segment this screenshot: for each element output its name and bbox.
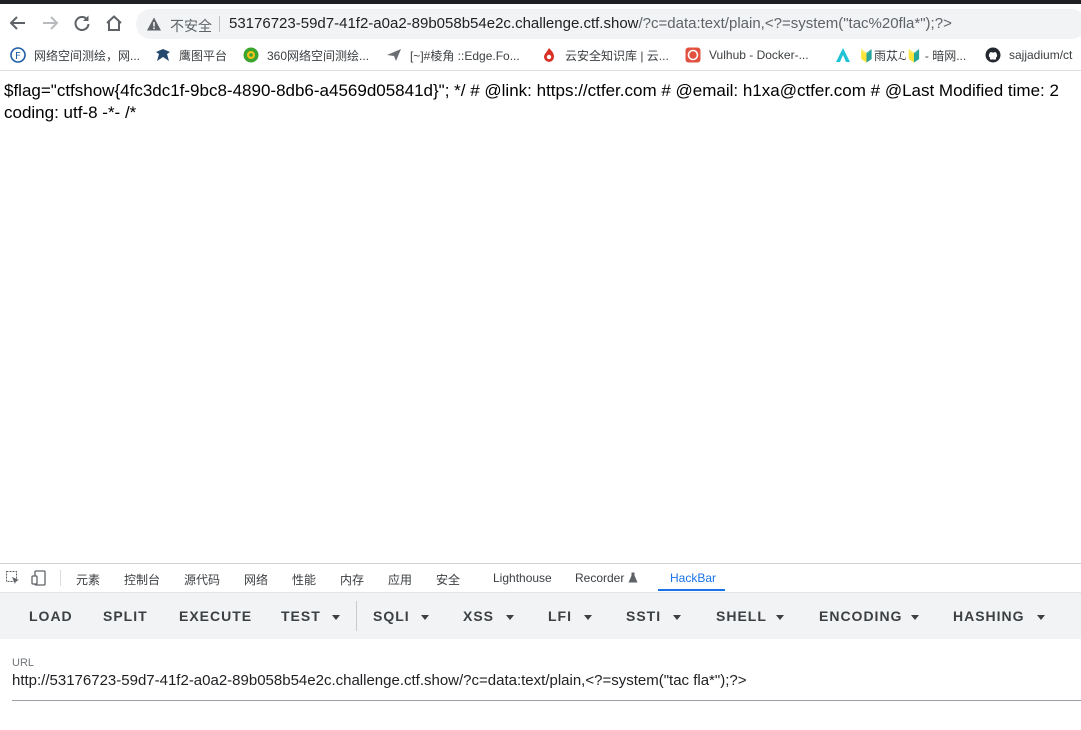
vulhub-icon — [685, 47, 701, 63]
tab-console[interactable]: 控制台 — [124, 571, 160, 588]
active-tab-indicator — [658, 589, 725, 591]
omnibox-divider — [219, 16, 220, 32]
bookmark-label: Vulhub - Docker-... — [709, 48, 809, 62]
url-path: /?c=data:text/plain,<?=system("tac%20fla… — [638, 15, 952, 32]
tab-recorder[interactable]: Recorder — [575, 571, 638, 585]
bookmark-hunter[interactable]: 鹰图平台 — [155, 46, 227, 64]
lfi-button[interactable]: LFI — [548, 608, 572, 624]
coding-output-line: coding: utf-8 -*- /* — [4, 103, 137, 122]
cloud-kb-icon — [541, 47, 557, 63]
tab-recorder-label: Recorder — [575, 571, 625, 585]
bookmark-github[interactable]: sajjadium/ct — [985, 46, 1072, 64]
bookmarks-bar: F 网络空间测绘，网... 鹰图平台 360网络空间测绘... [~]#棱角 :… — [0, 40, 1081, 71]
ssti-button[interactable]: SSTI — [626, 608, 661, 624]
flag-output-line: $flag="ctfshow{4fc3dc1f-9bc8-4890-8db6-a… — [4, 81, 1059, 100]
hackbar-toolbar: LOAD SPLIT EXECUTE TEST SQLI XSS LFI SST… — [0, 593, 1081, 639]
fofa-icon: F — [10, 47, 26, 63]
page-content: $flag="ctfshow{4fc3dc1f-9bc8-4890-8db6-a… — [4, 80, 1081, 124]
tab-performance[interactable]: 性能 — [292, 571, 316, 588]
bookmark-label: [~]#棱角 ::Edge.Fo... — [410, 48, 520, 63]
360-icon — [243, 47, 259, 63]
hashing-chevron-down-icon[interactable] — [1037, 615, 1045, 620]
tab-hackbar[interactable]: HackBar — [670, 571, 716, 585]
security-indicator[interactable]: 不安全 — [170, 16, 212, 36]
sqli-button[interactable]: SQLI — [373, 608, 410, 624]
tab-elements[interactable]: 元素 — [76, 571, 100, 588]
url-input[interactable]: http://53176723-59d7-41f2-a0a2-89b058b54… — [12, 672, 746, 689]
split-button[interactable]: SPLIT — [103, 608, 148, 624]
home-icon — [106, 15, 122, 31]
devtools-divider — [60, 570, 61, 586]
tab-application[interactable]: 应用 — [388, 571, 412, 588]
reload-icon — [74, 15, 90, 31]
tab-network[interactable]: 网络 — [244, 571, 268, 588]
bookmark-cloud-kb[interactable]: 云安全知识库 | 云... — [541, 46, 669, 64]
home-button[interactable] — [101, 10, 127, 36]
xss-chevron-down-icon[interactable] — [506, 615, 514, 620]
bookmark-label: 鹰图平台 — [179, 48, 228, 63]
tab-memory[interactable]: 内存 — [340, 571, 364, 588]
bookmark-label: 360网络空间测绘... — [267, 48, 370, 63]
address-bar[interactable]: 不安全 53176723-59d7-41f2-a0a2-89b058b54e2c… — [136, 9, 1081, 39]
shell-button[interactable]: SHELL — [716, 608, 767, 624]
bookmark-yucong[interactable]: 🔰雨苁ℒ🔰 - 暗网... — [835, 46, 966, 64]
eagle-icon — [155, 47, 171, 63]
bookmark-vulhub[interactable]: Vulhub - Docker-... — [685, 46, 809, 64]
bookmark-label: sajjadium/ct — [1009, 48, 1073, 62]
svg-text:F: F — [15, 51, 21, 62]
bookmark-edge-forum[interactable]: [~]#棱角 ::Edge.Fo... — [386, 46, 520, 64]
inspect-element-icon[interactable] — [6, 571, 20, 585]
tab-lighthouse[interactable]: Lighthouse — [493, 571, 552, 585]
url-host: 53176723-59d7-41f2-a0a2-89b058b54e2c.cha… — [229, 15, 639, 32]
reload-button[interactable] — [69, 10, 95, 36]
encoding-button[interactable]: ENCODING — [819, 608, 902, 624]
shell-chevron-down-icon[interactable] — [776, 615, 784, 620]
bookmark-fofa[interactable]: F 网络空间测绘，网... — [10, 46, 140, 64]
test-chevron-down-icon[interactable] — [332, 615, 340, 620]
device-toolbar-icon[interactable] — [31, 570, 47, 586]
arrow-right-icon — [43, 16, 59, 30]
test-button[interactable]: TEST — [281, 608, 321, 624]
bookmark-label: 云安全知识库 | 云... — [565, 48, 669, 63]
encoding-chevron-down-icon[interactable] — [911, 615, 919, 620]
hackbar-divider — [356, 601, 357, 631]
arrow-left-icon — [9, 16, 25, 30]
devtools-tab-bar: 元素 控制台 源代码 网络 性能 内存 应用 安全 Lighthouse Rec… — [0, 564, 1081, 593]
back-button[interactable] — [5, 10, 31, 36]
xss-button[interactable]: XSS — [463, 608, 494, 624]
ssti-chevron-down-icon[interactable] — [673, 615, 681, 620]
edge-forum-icon — [386, 47, 402, 63]
devtools-panel: 元素 控制台 源代码 网络 性能 内存 应用 安全 Lighthouse Rec… — [0, 563, 1081, 730]
tab-security[interactable]: 安全 — [436, 571, 460, 588]
bookmark-360[interactable]: 360网络空间测绘... — [243, 46, 369, 64]
browser-toolbar: 不安全 53176723-59d7-41f2-a0a2-89b058b54e2c… — [0, 4, 1081, 40]
url-input-underline — [12, 700, 1081, 701]
yucong-icon — [835, 47, 851, 63]
bookmark-label: 🔰雨苁ℒ🔰 - 暗网... — [859, 48, 967, 63]
tab-sources[interactable]: 源代码 — [184, 571, 220, 588]
bookmark-label: 网络空间测绘，网... — [34, 48, 141, 63]
github-icon — [985, 47, 1001, 63]
execute-button[interactable]: EXECUTE — [179, 608, 252, 624]
flask-icon — [628, 572, 638, 583]
warning-icon[interactable] — [146, 16, 162, 32]
sqli-chevron-down-icon[interactable] — [421, 615, 429, 620]
address-url[interactable]: 53176723-59d7-41f2-a0a2-89b058b54e2c.cha… — [229, 15, 952, 32]
lfi-chevron-down-icon[interactable] — [584, 615, 592, 620]
hashing-button[interactable]: HASHING — [953, 608, 1025, 624]
url-field-label: URL — [12, 657, 35, 669]
forward-button[interactable] — [37, 10, 63, 36]
load-button[interactable]: LOAD — [29, 608, 73, 624]
